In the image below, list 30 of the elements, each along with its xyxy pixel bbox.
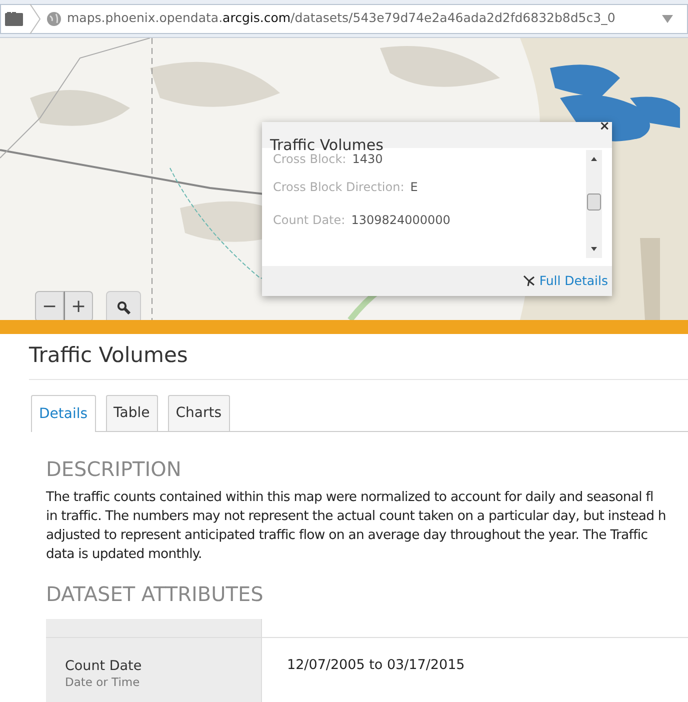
page-title: Traffic Volumes [29,342,189,369]
dropdown-icon[interactable] [662,14,673,22]
tab[interactable]: Details [31,395,96,432]
zoom-out-button[interactable]: − [35,291,64,320]
attribute-type: Date or Time [65,674,141,692]
scrollbar[interactable] [586,150,602,258]
search-button[interactable] [106,291,141,320]
section-heading: DESCRIPTION [46,459,182,480]
field-value: 1309824000000 [351,212,450,228]
description-text: The traffic counts contained within this map were normalized to account for daily and seasonal fl in traffic. The numbers may not represent the actual count taken on a particular day, but instead h adjusted to represent anticipated traffic flow on an average day throughout the year. The Traffic data is updated monthly. [46,489,667,564]
tab[interactable]: Charts [168,395,230,432]
attribute-name: Count Date [65,658,143,674]
globe-icon [47,12,61,26]
field-label: Count Date: [273,212,346,228]
attribute-value: 12/07/2005 to 03/17/2015 [286,656,465,676]
section-heading: DATASET ATTRIBUTES [46,584,264,604]
popup-title: Traffic Volumes [270,136,384,154]
tab[interactable]: Table [106,395,158,432]
field-value: E [410,178,418,196]
full-details-link[interactable]: Full Details [539,272,608,290]
field-label: Cross Block: [273,151,346,168]
breadcrumb-chevron-icon [29,4,41,34]
close-button[interactable]: × [599,120,610,133]
tab-grid-icon[interactable] [5,12,23,26]
field-label: Cross Block Direction: [273,178,404,196]
address-bar[interactable]: maps.phoenix.opendata.arcgis.com/datasets/543e79d74e2a46ada2d2fd6832b8d5c3_0 [0,4,688,34]
search-icon [116,300,130,314]
field-value: 1430 [352,151,383,168]
zoom-to-icon [523,275,536,287]
zoom-in-button[interactable]: + [64,291,93,320]
